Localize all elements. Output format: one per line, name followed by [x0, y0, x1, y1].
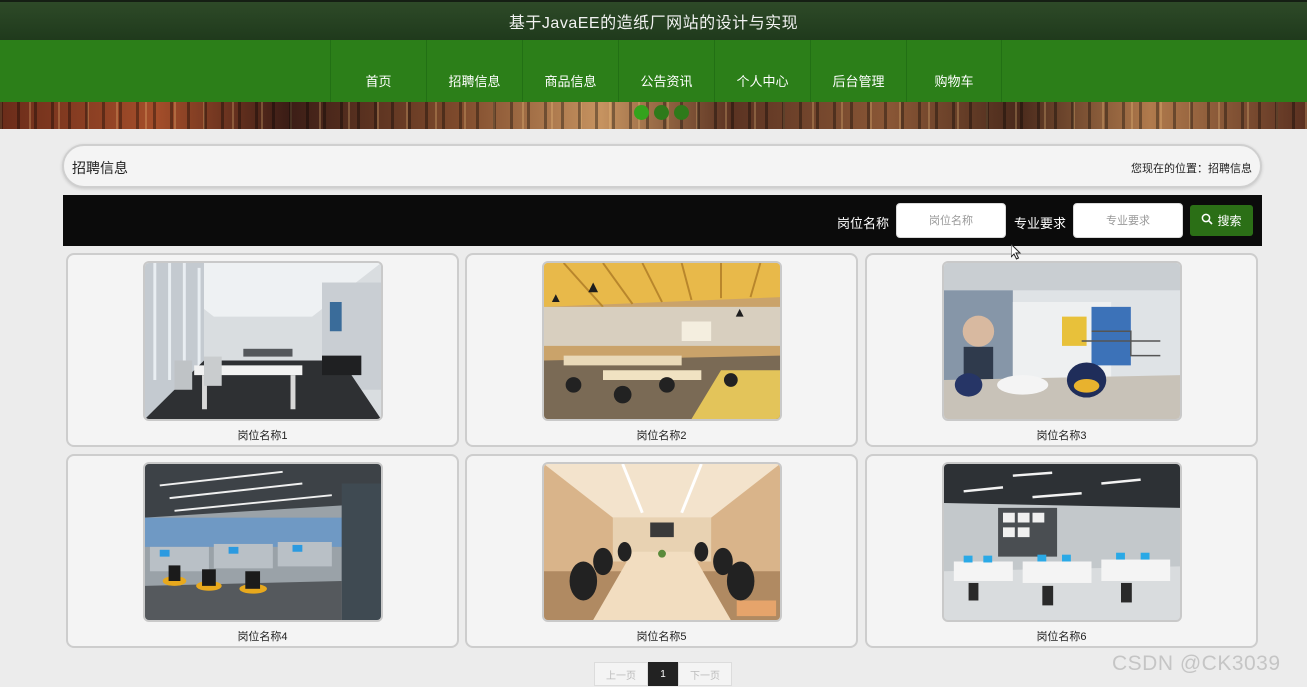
- major-requirement-input[interactable]: [1073, 203, 1183, 238]
- job-name[interactable]: 岗位名称2: [467, 427, 856, 443]
- nav-items: 首页 招聘信息 商品信息 公告资讯 个人中心 后台管理 购物车: [330, 40, 1002, 102]
- job-name[interactable]: 岗位名称3: [867, 427, 1256, 443]
- job-card[interactable]: 岗位名称5: [465, 454, 858, 648]
- job-image-lounge[interactable]: [942, 261, 1182, 421]
- page: 基于JavaEE的造纸厂网站的设计与实现 首页 招聘信息 商品信息 公告资讯 个…: [0, 0, 1307, 687]
- job-image-workstations[interactable]: [942, 462, 1182, 622]
- location-text: 您现在的位置：招聘信息: [1131, 163, 1252, 175]
- carousel-dot-2[interactable]: [654, 105, 669, 120]
- job-name[interactable]: 岗位名称4: [68, 628, 457, 644]
- nav-item-cart[interactable]: 购物车: [906, 40, 1002, 102]
- prev-page-button[interactable]: 上一页: [594, 662, 648, 686]
- csdn-watermark: CSDN @CK3039: [1112, 652, 1281, 675]
- job-name-input[interactable]: [896, 203, 1006, 238]
- title-bar: 基于JavaEE的造纸厂网站的设计与实现: [0, 0, 1307, 40]
- job-card[interactable]: 岗位名称4: [66, 454, 459, 648]
- breadcrumb: 招聘信息 您现在的位置：招聘信息: [62, 144, 1262, 188]
- job-card[interactable]: 岗位名称2: [465, 253, 858, 447]
- job-image-open-office[interactable]: [143, 462, 383, 622]
- job-image-meeting-room[interactable]: [542, 462, 782, 622]
- job-name[interactable]: 岗位名称6: [867, 628, 1256, 644]
- job-card[interactable]: 岗位名称1: [66, 253, 459, 447]
- job-name-label: 岗位名称: [837, 216, 890, 231]
- job-image-office-wood[interactable]: [542, 261, 782, 421]
- nav-item-recruitment[interactable]: 招聘信息: [426, 40, 522, 102]
- nav-item-announcements[interactable]: 公告资讯: [618, 40, 714, 102]
- site-title: 基于JavaEE的造纸厂网站的设计与实现: [508, 15, 799, 32]
- job-name[interactable]: 岗位名称1: [68, 427, 457, 443]
- pagination: 上一页 1 下一页: [594, 662, 732, 686]
- carousel-dot-3[interactable]: [674, 105, 689, 120]
- search-button-label: 搜索: [1217, 214, 1242, 228]
- page-number-current[interactable]: 1: [648, 662, 678, 686]
- search-button[interactable]: 搜索: [1190, 205, 1253, 236]
- next-page-button[interactable]: 下一页: [678, 662, 732, 686]
- main-nav: 首页 招聘信息 商品信息 公告资讯 个人中心 后台管理 购物车: [0, 40, 1307, 102]
- nav-item-products[interactable]: 商品信息: [522, 40, 618, 102]
- search-icon: [1201, 213, 1214, 228]
- search-bar: 岗位名称 专业要求 搜索: [63, 195, 1262, 246]
- banner-carousel: [0, 102, 1307, 129]
- nav-item-admin[interactable]: 后台管理: [810, 40, 906, 102]
- carousel-dot-1[interactable]: [634, 105, 649, 120]
- nav-item-personal-center[interactable]: 个人中心: [714, 40, 810, 102]
- mouse-cursor-icon: [1010, 242, 1022, 265]
- job-image-office-bright[interactable]: [143, 261, 383, 421]
- nav-item-home[interactable]: 首页: [330, 40, 426, 102]
- job-name[interactable]: 岗位名称5: [467, 628, 856, 644]
- job-card[interactable]: 岗位名称3: [865, 253, 1258, 447]
- major-requirement-label: 专业要求: [1014, 216, 1067, 231]
- carousel-dots: [634, 105, 689, 120]
- job-card[interactable]: 岗位名称6: [865, 454, 1258, 648]
- page-title: 招聘信息: [72, 160, 128, 176]
